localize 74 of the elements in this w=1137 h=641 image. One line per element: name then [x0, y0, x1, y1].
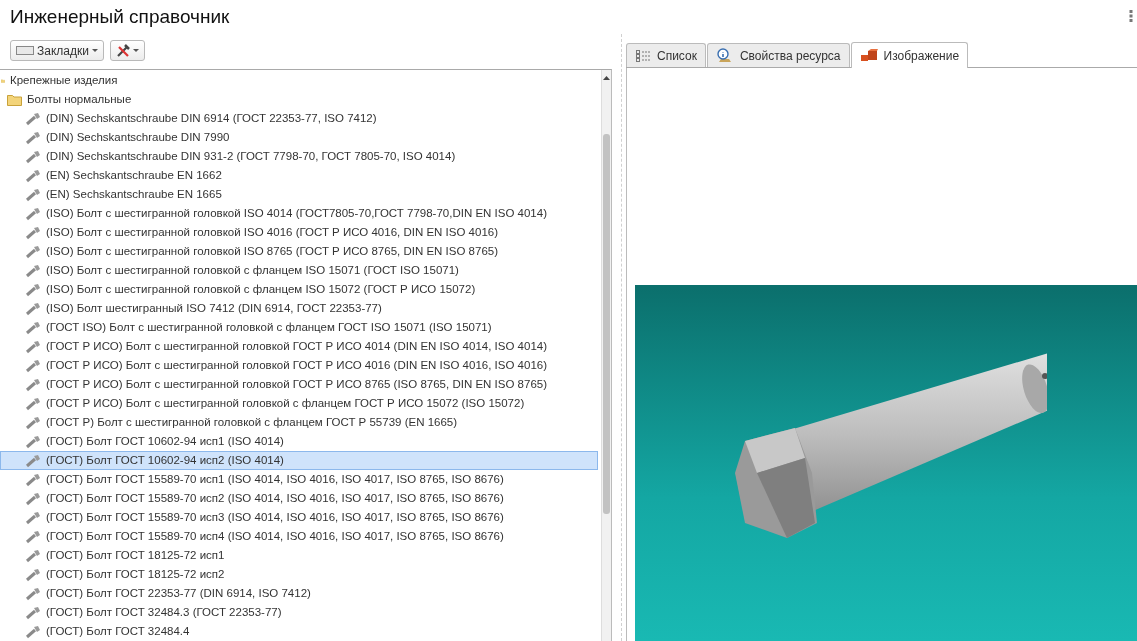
tree-item[interactable]: (DIN) Sechskantschraube DIN 7990 — [0, 128, 598, 147]
tree-item[interactable]: (DIN) Sechskantschraube DIN 6914 (ГОСТ 22353-77, ISO 7412) — [0, 109, 598, 128]
tree-item[interactable]: (ISO) Болт с шестигранной головкой с фланцем ISO 15071 (ГОСТ ISO 15071) — [0, 261, 598, 280]
bolt-icon — [25, 168, 41, 183]
tree-item[interactable]: (ГОСТ) Болт ГОСТ 15589-70 исп4 (ISO 4014, ISO 4016, ISO 4017, ISO 8765, ISO 8676) — [0, 527, 598, 546]
bolt-icon — [25, 358, 41, 373]
tools-button[interactable] — [109, 40, 145, 61]
more-menu-icon[interactable] — [1129, 10, 1133, 22]
bolt-icon — [25, 244, 41, 259]
bolt-icon — [25, 396, 41, 411]
tree-item[interactable]: Крепежные изделия — [0, 71, 598, 90]
tree-item[interactable]: (ГОСТ Р ИСО) Болт с шестигранной головкой ГОСТ Р ИСО 4016 (DIN EN ISO 4016, ISO 4016) — [0, 356, 598, 375]
tab[interactable]: Изображение — [850, 42, 969, 68]
tree-item[interactable]: (ISO) Болт с шестигранной головкой ISO 8765 (ГОСТ Р ИСО 8765, DIN EN ISO 8765) — [0, 242, 598, 261]
tree-item[interactable]: (ГОСТ Р ИСО) Болт с шестигранной головкой ГОСТ Р ИСО 8765 (ISO 8765, DIN EN ISO 8765) — [0, 375, 598, 394]
bolt-icon — [25, 472, 41, 487]
tree-item[interactable]: (ГОСТ) Болт ГОСТ 15589-70 исп1 (ISO 4014, ISO 4016, ISO 4017, ISO 8765, ISO 8676) — [0, 470, 598, 489]
bolt-icon — [25, 130, 41, 145]
info-icon — [715, 47, 734, 64]
bolt-icon — [25, 111, 41, 126]
tree-item[interactable]: (ГОСТ) Болт ГОСТ 18125-72 исп1 — [0, 546, 598, 565]
window-title: Инженерный справочник — [10, 6, 230, 28]
dropdown-caret-icon — [132, 49, 139, 52]
bolt-icon — [25, 548, 41, 563]
tree-item[interactable]: (ГОСТ) Болт ГОСТ 32484.3 (ГОСТ 22353-77) — [0, 603, 598, 622]
bolt-icon — [25, 567, 41, 582]
tree-item[interactable]: (ГОСТ) Болт ГОСТ 10602-94 исп1 (ISO 4014) — [0, 432, 598, 451]
bolt-icon — [25, 434, 41, 449]
tree-item[interactable]: (ISO) Болт с шестигранной головкой ISO 4014 (ГОСТ7805-70,ГОСТ 7798-70,DIN EN ISO 4014) — [0, 204, 598, 223]
tree-item[interactable]: (ISO) Болт шестигранный ISO 7412 (DIN 6914, ГОСТ 22353-77) — [0, 299, 598, 318]
tree-item[interactable]: (ГОСТ Р) Болт с шестигранной головкой с фланцем ГОСТ Р 55739 (EN 1665) — [0, 413, 598, 432]
bolt-icon — [25, 282, 41, 297]
tree-item[interactable]: (ГОСТ) Болт ГОСТ 32484.4 — [0, 622, 598, 641]
bolt-icon — [25, 453, 41, 468]
tree-item[interactable]: (ISO) Болт с шестигранной головкой ISO 4016 (ГОСТ Р ИСО 4016, DIN EN ISO 4016) — [0, 223, 598, 242]
tree-item[interactable]: (ГОСТ) Болт ГОСТ 10602-94 исп2 (ISO 4014) — [0, 451, 598, 470]
bolt-icon — [25, 301, 41, 316]
tree-item[interactable]: (ГОСТ Р ИСО) Болт с шестигранной головкой с фланцем ГОСТ Р ИСО 15072 (ISO 15072) — [0, 394, 598, 413]
bolt-icon — [25, 225, 41, 240]
bolt-icon — [25, 491, 41, 506]
tree-item[interactable]: Болты нормальные — [0, 90, 598, 109]
bolt-icon — [25, 377, 41, 392]
tree-item[interactable]: (EN) Sechskantschraube EN 1662 — [0, 166, 598, 185]
list-icon — [635, 48, 651, 63]
scroll-up-icon[interactable] — [603, 76, 610, 80]
bolt-icon — [25, 149, 41, 164]
bolt-icon — [25, 187, 41, 202]
bolt-icon — [25, 415, 41, 430]
bolt-icon — [25, 529, 41, 544]
tree-item[interactable]: (ISO) Болт с шестигранной головкой с фланцем ISO 15072 (ГОСТ Р ИСО 15072) — [0, 280, 598, 299]
scrollbar-thumb[interactable] — [603, 134, 610, 514]
dropdown-caret-icon — [91, 49, 98, 52]
bolt-icon — [25, 206, 41, 221]
bolt-icon — [25, 263, 41, 278]
tree-item[interactable]: (ГОСТ) Болт ГОСТ 15589-70 исп3 (ISO 4014, ISO 4016, ISO 4017, ISO 8765, ISO 8676) — [0, 508, 598, 527]
bookmarks-button[interactable]: Закладки — [10, 40, 104, 61]
bolt-icon — [25, 339, 41, 354]
tab[interactable]: Список — [626, 43, 706, 67]
tree-item[interactable]: (DIN) Sechskantschraube DIN 931-2 (ГОСТ 7798-70, ГОСТ 7805-70, ISO 4014) — [0, 147, 598, 166]
tab[interactable]: Свойства ресурса — [706, 43, 850, 67]
tree-item[interactable]: (ГОСТ) Болт ГОСТ 15589-70 исп2 (ISO 4014, ISO 4016, ISO 4017, ISO 8765, ISO 8676) — [0, 489, 598, 508]
scrollbar[interactable] — [601, 70, 611, 641]
cubes-icon — [859, 48, 878, 63]
tree-item[interactable]: (ГОСТ ISO) Болт с шестигранной головкой с фланцем ГОСТ ISO 15071 (ISO 15071) — [0, 318, 598, 337]
bolt-icon — [25, 605, 41, 620]
tree-item[interactable]: (ГОСТ) Болт ГОСТ 22353-77 (DIN 6914, ISO 7412) — [0, 584, 598, 603]
bolt-icon — [25, 586, 41, 601]
bolt-icon — [25, 320, 41, 335]
bolt-icon — [25, 624, 41, 639]
keyboard-icon — [16, 46, 34, 55]
tree-item[interactable]: (ГОСТ Р ИСО) Болт с шестигранной головкой ГОСТ Р ИСО 4014 (DIN EN ISO 4014, ISO 4014) — [0, 337, 598, 356]
tree-item[interactable]: (ГОСТ) Болт ГОСТ 18125-72 исп2 — [0, 565, 598, 584]
tree-item[interactable]: (EN) Sechskantschraube EN 1665 — [0, 185, 598, 204]
bolt-icon — [25, 510, 41, 525]
